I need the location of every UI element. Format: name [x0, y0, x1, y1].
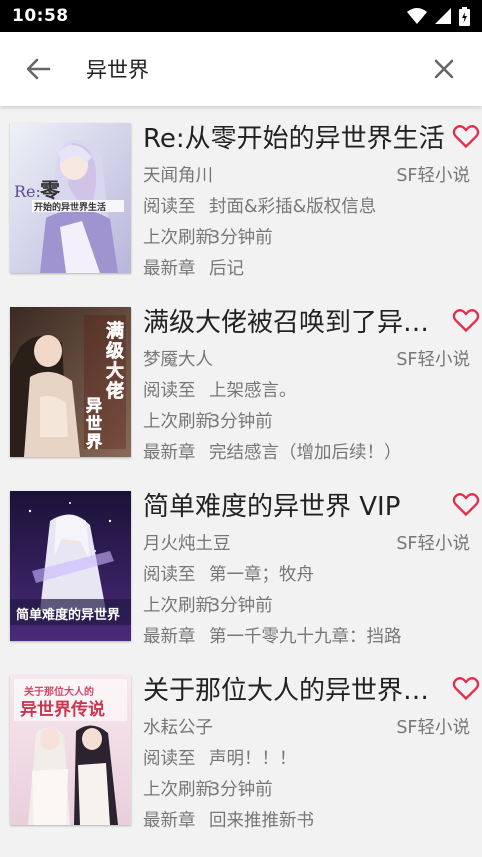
book-cover-image: 关于那位大人的 异世界传说 — [10, 675, 131, 825]
book-cover-image: 简单难度的异世界 — [10, 491, 131, 641]
favorite-heart-icon[interactable] — [452, 674, 480, 702]
favorite-heart-icon[interactable] — [452, 122, 480, 150]
book-source: SF轻小说 — [396, 718, 470, 738]
cover-title-text: 异 — [86, 396, 102, 415]
read-to-row: 阅读至 第一章；牧舟 — [143, 563, 314, 587]
search-results-list: Re: 零 开始的异世界生活 Re:从零开始的异世界生活 天闻角川 SF轻小说 … — [0, 106, 482, 842]
book-author: 水耘公子 — [143, 718, 213, 738]
book-author: 天闻角川 — [143, 166, 213, 186]
cover-title-text: 级 — [106, 340, 125, 362]
back-button[interactable] — [18, 52, 58, 86]
latest-chapter-row: 最新章 完结感言（增加后续！） — [143, 441, 402, 465]
clear-search-button[interactable] — [426, 52, 462, 86]
book-cover-image: Re: 零 开始的异世界生活 — [10, 123, 131, 273]
book-list-item[interactable]: 简单难度的异世界 简单难度的异世界 VIP 月火炖土豆 SF轻小说 阅读至 第一章… — [0, 474, 482, 658]
status-icons — [407, 6, 470, 26]
book-title: Re:从零开始的异世界生活 — [143, 124, 445, 154]
latest-chapter-row: 最新章 后记 — [143, 257, 244, 281]
last-refresh-value: 3分钟前 — [209, 228, 273, 248]
status-time: 10:58 — [12, 6, 69, 26]
cover-title-text: Re: — [14, 182, 41, 201]
close-icon — [434, 59, 454, 79]
last-refresh-value: 3分钟前 — [209, 412, 273, 432]
latest-chapter-value: 第一千零九十九章：挡路 — [209, 627, 402, 647]
latest-chapter-label: 最新章 — [143, 811, 196, 831]
battery-icon — [459, 6, 470, 26]
book-list-item[interactable]: Re: 零 开始的异世界生活 Re:从零开始的异世界生活 天闻角川 SF轻小说 … — [0, 106, 482, 290]
last-refresh-row: 上次刷新3分钟前 — [143, 594, 273, 618]
cover-subtitle-text: 开始的异世界生活 — [34, 201, 106, 213]
status-bar: 10:58 — [0, 0, 482, 32]
book-cover[interactable]: Re: 零 开始的异世界生活 — [10, 123, 131, 273]
read-to-row: 阅读至 上架感言。 — [143, 379, 297, 403]
read-to-value: 上架感言。 — [209, 381, 297, 401]
cover-title-text: 简单难度的异世界 — [16, 607, 120, 623]
cover-title-text: 佬 — [106, 380, 124, 402]
arrow-left-icon — [26, 58, 51, 80]
latest-chapter-label: 最新章 — [143, 627, 196, 647]
last-refresh-label: 上次刷新 — [143, 412, 213, 432]
favorite-heart-icon[interactable] — [452, 490, 480, 518]
book-cover[interactable]: 关于那位大人的 异世界传说 — [10, 675, 131, 825]
read-to-row: 阅读至 声明！！！ — [143, 747, 297, 771]
book-source: SF轻小说 — [396, 350, 470, 370]
last-refresh-row: 上次刷新3分钟前 — [143, 778, 273, 802]
book-cover-image: 满 级 大 佬 异 世 界 — [10, 307, 131, 457]
cover-title-text: 零 — [39, 178, 61, 202]
latest-chapter-row: 最新章 回来推推新书 — [143, 809, 314, 833]
cover-title-text: 满 — [106, 320, 124, 342]
read-to-value: 封面&彩插&版权信息 — [209, 197, 377, 217]
read-to-label: 阅读至 — [143, 381, 196, 401]
last-refresh-row: 上次刷新3分钟前 — [143, 226, 273, 250]
read-to-row: 阅读至 封面&彩插&版权信息 — [143, 195, 376, 219]
search-input[interactable] — [86, 50, 406, 88]
read-to-value: 第一章；牧舟 — [209, 565, 314, 585]
cover-title-text: 关于那位大人的 — [24, 685, 94, 698]
last-refresh-row: 上次刷新3分钟前 — [143, 410, 273, 434]
book-list-item[interactable]: 满 级 大 佬 异 世 界 满级大佬被召唤到了异世界 梦魇大人 SF轻小说 阅读… — [0, 290, 482, 474]
latest-chapter-value: 后记 — [209, 259, 244, 279]
latest-chapter-row: 最新章 第一千零九十九章：挡路 — [143, 625, 402, 649]
favorite-heart-icon[interactable] — [452, 306, 480, 334]
read-to-label: 阅读至 — [143, 197, 196, 217]
latest-chapter-label: 最新章 — [143, 259, 196, 279]
cover-title-text: 异世界传说 — [20, 699, 105, 720]
book-cover[interactable]: 满 级 大 佬 异 世 界 — [10, 307, 131, 457]
wifi-icon — [407, 8, 427, 24]
last-refresh-label: 上次刷新 — [143, 596, 213, 616]
cover-title-text: 界 — [86, 432, 102, 451]
search-toolbar — [0, 32, 482, 106]
last-refresh-value: 3分钟前 — [209, 780, 273, 800]
read-to-label: 阅读至 — [143, 749, 196, 769]
last-refresh-value: 3分钟前 — [209, 596, 273, 616]
book-author: 梦魇大人 — [143, 350, 213, 370]
book-source: SF轻小说 — [396, 166, 470, 186]
book-title: 关于那位大人的异世界传说 — [143, 676, 449, 706]
latest-chapter-label: 最新章 — [143, 443, 196, 463]
latest-chapter-value: 完结感言（增加后续！） — [209, 443, 402, 463]
book-cover[interactable]: 简单难度的异世界 — [10, 491, 131, 641]
last-refresh-label: 上次刷新 — [143, 228, 213, 248]
cover-title-text: 世 — [86, 414, 102, 433]
read-to-label: 阅读至 — [143, 565, 196, 585]
read-to-value: 声明！！！ — [209, 749, 297, 769]
cover-title-text: 大 — [106, 360, 124, 382]
book-source: SF轻小说 — [396, 534, 470, 554]
book-list-item[interactable]: 关于那位大人的 异世界传说 关于那位大人的异世界传说 水耘公子 SF轻小说 阅读… — [0, 658, 482, 842]
cellular-signal-icon — [435, 8, 451, 24]
book-title: 满级大佬被召唤到了异世界 — [143, 308, 449, 338]
last-refresh-label: 上次刷新 — [143, 780, 213, 800]
book-author: 月火炖土豆 — [143, 534, 231, 554]
book-title: 简单难度的异世界 VIP — [143, 492, 401, 522]
latest-chapter-value: 回来推推新书 — [209, 811, 314, 831]
